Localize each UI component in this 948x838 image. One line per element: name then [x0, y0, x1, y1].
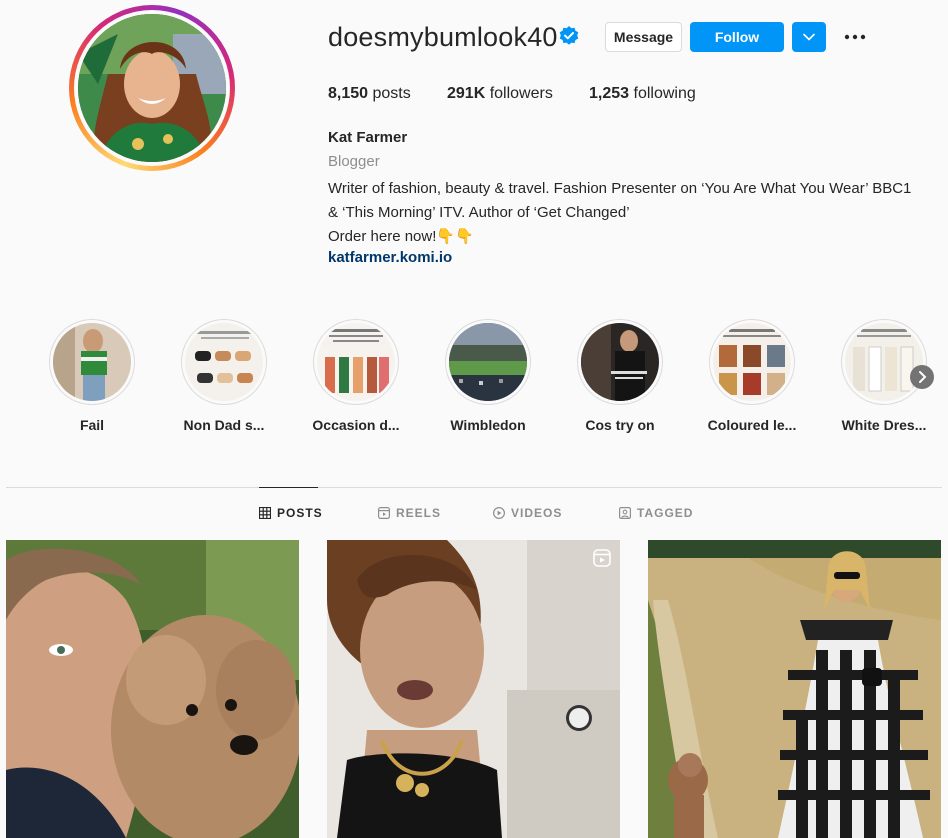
highlight-non-dad-sandals[interactable] [181, 319, 267, 405]
tagged-icon [619, 507, 631, 519]
bio-category: Blogger [328, 153, 380, 170]
post-thumbnail[interactable] [648, 540, 941, 838]
bio-line: Order here now!👇👇 [328, 228, 474, 245]
posts-label: posts [372, 85, 411, 102]
following-label: following [633, 85, 696, 102]
followers-label: followers [489, 85, 553, 102]
message-button[interactable]: Message [605, 22, 682, 52]
highlight-label: Fail [79, 417, 105, 433]
chevron-down-icon [803, 33, 815, 41]
grid-icon [259, 507, 271, 519]
verified-badge-icon [559, 26, 579, 45]
highlight-fail[interactable] [49, 319, 135, 405]
post-thumbnail[interactable] [6, 540, 299, 838]
tab-label: TAGGED [637, 506, 694, 520]
highlight-label: Cos try on [585, 417, 655, 433]
highlight-wimbledon[interactable] [445, 319, 531, 405]
tabs-divider [6, 487, 942, 488]
play-icon [493, 507, 505, 519]
highlight-label: Coloured le... [707, 417, 797, 433]
followers-count[interactable]: 291K followers [447, 85, 553, 103]
highlight-cos-try-on[interactable] [577, 319, 663, 405]
bio-name: Kat Farmer [328, 129, 408, 146]
highlight-label: Occasion d... [312, 417, 400, 433]
highlight-coloured-leather[interactable] [709, 319, 795, 405]
bio-text: Writer of fashion, beauty & travel. Fash… [328, 177, 943, 249]
more-options-icon[interactable] [843, 28, 867, 46]
suggested-accounts-button[interactable] [792, 22, 826, 52]
bio-line: & ‘This Morning’ ITV. Author of ‘Get Cha… [328, 204, 630, 221]
highlights-next-button[interactable] [910, 365, 934, 389]
posts-count: 8,150 posts [328, 85, 411, 103]
chevron-right-icon [919, 371, 927, 383]
tab-videos[interactable]: VIDEOS [493, 506, 562, 520]
highlight-occasion-dresses[interactable] [313, 319, 399, 405]
profile-avatar[interactable] [69, 5, 235, 171]
bio-line: Writer of fashion, beauty & travel. Fash… [328, 180, 912, 197]
tab-reels[interactable]: REELS [378, 506, 441, 520]
post-thumbnail[interactable] [327, 540, 620, 838]
tab-label: POSTS [277, 506, 323, 520]
active-tab-indicator [259, 487, 318, 488]
reels-icon [378, 507, 390, 519]
bio-link[interactable]: katfarmer.komi.io [328, 249, 452, 266]
follow-button[interactable]: Follow [690, 22, 784, 52]
highlight-label: Non Dad s... [183, 417, 265, 433]
highlight-label: Wimbledon [450, 417, 526, 433]
tab-posts[interactable]: POSTS [259, 506, 323, 520]
reel-indicator-icon [593, 549, 611, 567]
tab-tagged[interactable]: TAGGED [619, 506, 693, 520]
following-count[interactable]: 1,253 following [589, 85, 696, 103]
highlight-white-dresses[interactable] [841, 319, 927, 405]
profile-username: doesmybumlook40 [328, 22, 558, 52]
following-number: 1,253 [589, 85, 630, 102]
posts-number: 8,150 [328, 85, 369, 102]
highlight-label: White Dres... [841, 417, 927, 433]
tab-label: VIDEOS [511, 506, 563, 520]
tab-label: REELS [396, 506, 442, 520]
followers-number: 291K [447, 85, 486, 102]
